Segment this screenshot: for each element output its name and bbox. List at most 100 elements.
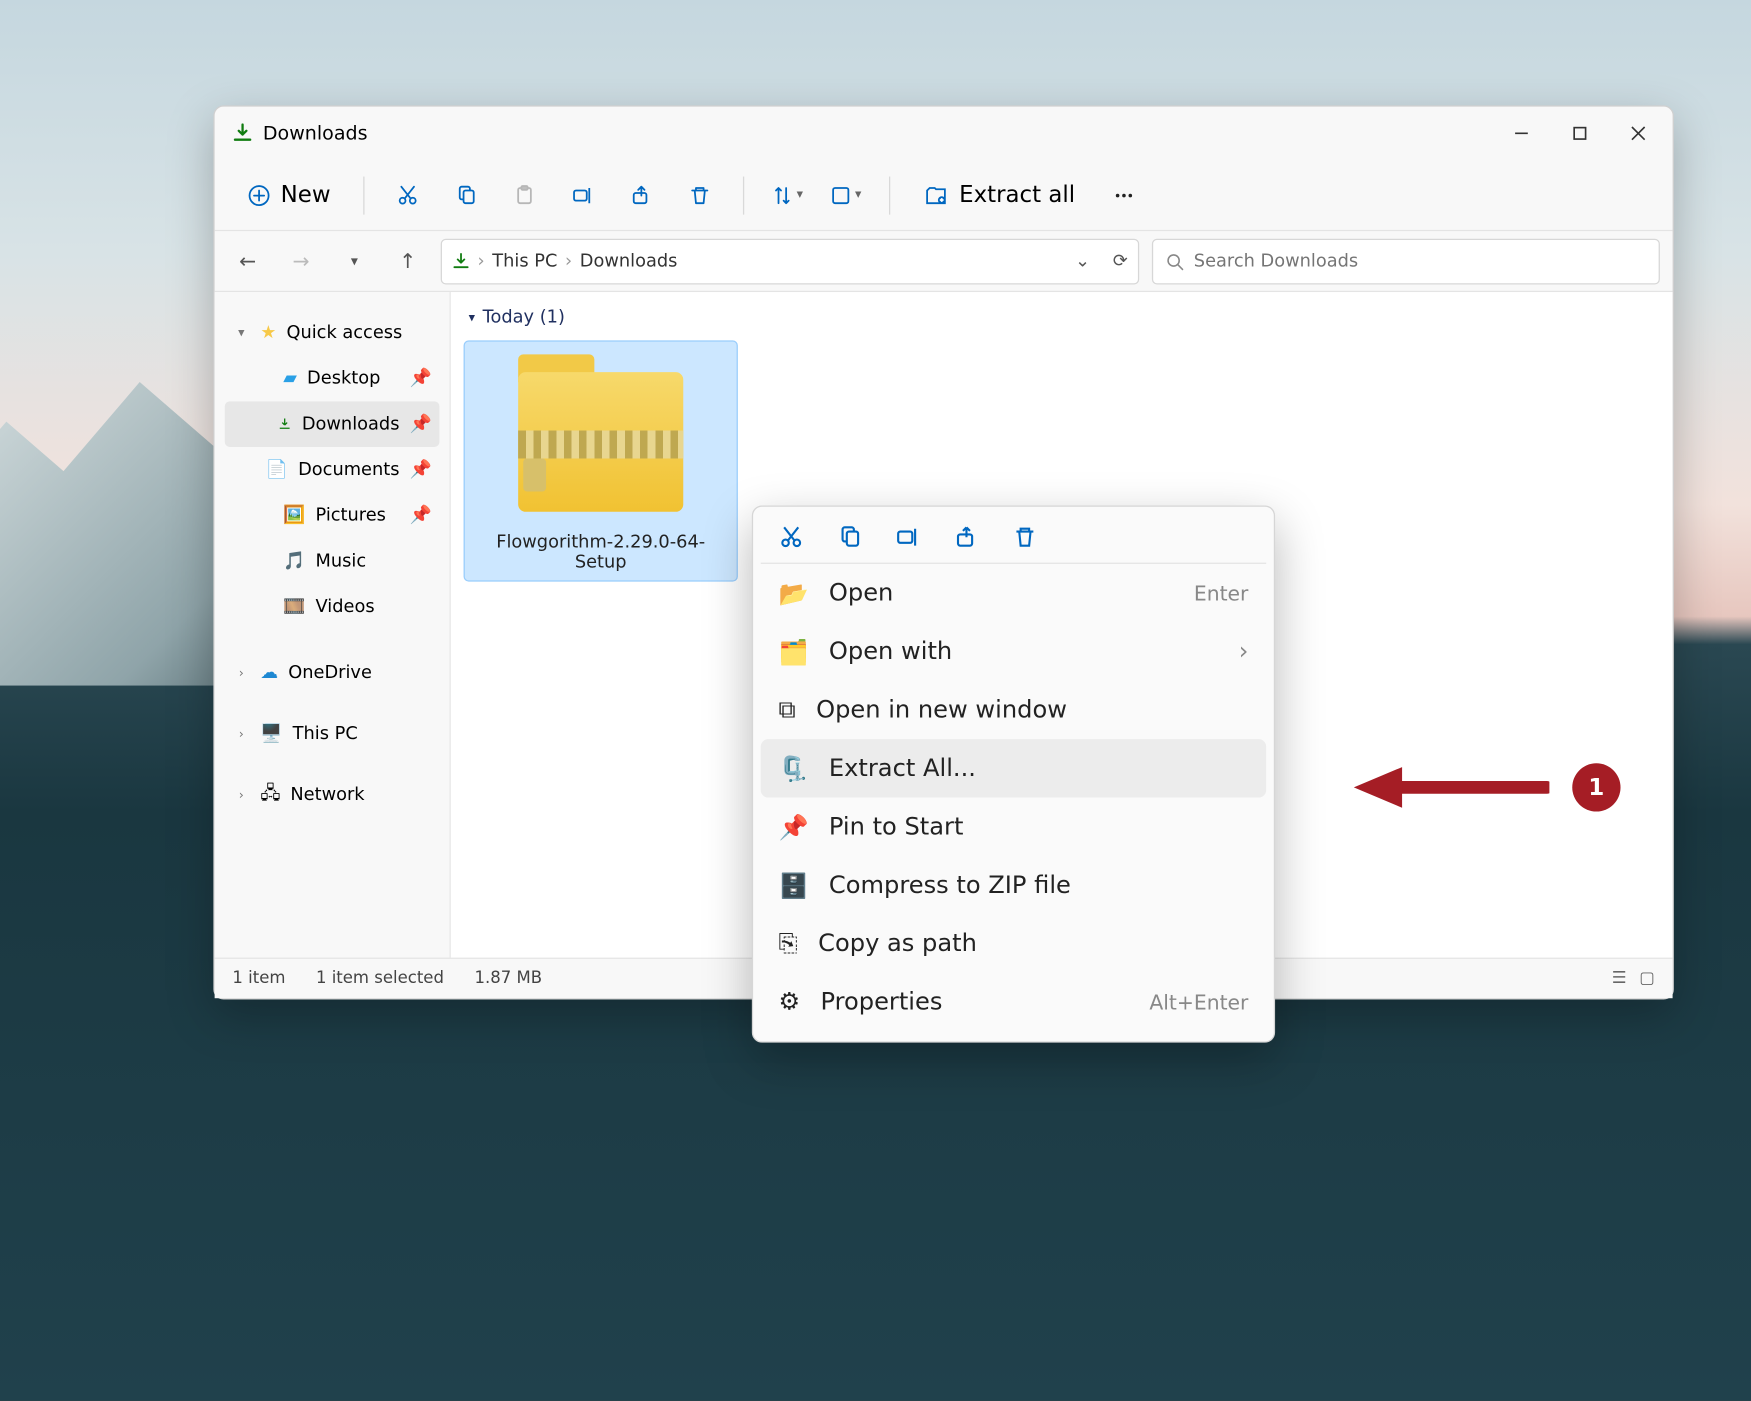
- extract-all-label: Extract all: [959, 182, 1075, 209]
- chevron-right-icon: ›: [1239, 638, 1249, 666]
- pin-icon: 📌: [779, 812, 809, 841]
- separator: [364, 176, 365, 214]
- context-label: Properties: [820, 988, 942, 1016]
- shortcut: Enter: [1194, 581, 1249, 605]
- group-header-label: Today (1): [483, 307, 565, 327]
- search-box[interactable]: [1152, 238, 1660, 284]
- pin-icon: 📌: [410, 368, 432, 388]
- extract-all-button[interactable]: Extract all: [911, 174, 1088, 216]
- sidebar-item-pictures[interactable]: 🖼️ Pictures 📌: [225, 493, 440, 539]
- file-name: Flowgorithm-2.29.0-64-Setup: [472, 532, 729, 573]
- group-header[interactable]: ▾ Today (1): [451, 292, 1673, 335]
- more-icon: [1112, 184, 1135, 207]
- context-compress-zip[interactable]: 🗄️ Compress to ZIP file: [761, 856, 1266, 914]
- context-open[interactable]: 📂 Open Enter: [761, 564, 1266, 622]
- breadcrumb-leaf[interactable]: Downloads: [580, 251, 678, 271]
- separator: [743, 176, 744, 214]
- address-dropdown[interactable]: ⌄: [1075, 251, 1090, 271]
- sidebar-label: Pictures: [316, 505, 386, 525]
- refresh-button[interactable]: ⟳: [1113, 251, 1128, 271]
- context-label: Pin to Start: [829, 813, 964, 841]
- sidebar-onedrive[interactable]: ›☁ OneDrive: [225, 650, 440, 696]
- status-count: 1 item: [232, 969, 285, 988]
- sidebar-label: Music: [316, 551, 367, 571]
- pin-icon: 📌: [410, 460, 432, 480]
- trash-icon: [689, 184, 712, 207]
- sidebar-item-videos[interactable]: 🎞️ Videos: [225, 584, 440, 630]
- new-window-icon: ⧉: [779, 696, 796, 724]
- context-open-new-window[interactable]: ⧉ Open in new window: [761, 681, 1266, 739]
- context-copy[interactable]: [837, 525, 862, 550]
- sidebar-this-pc[interactable]: ›🖥️ This PC: [225, 711, 440, 757]
- path-icon: ⎘: [779, 930, 798, 958]
- toolbar: New: [215, 160, 1673, 231]
- sidebar-network[interactable]: ›🖧 Network: [225, 772, 440, 818]
- context-copy-as-path[interactable]: ⎘ Copy as path: [761, 914, 1266, 972]
- pin-icon: 📌: [410, 414, 432, 434]
- context-label: Open with: [829, 638, 952, 666]
- view-button[interactable]: ▾: [823, 172, 869, 218]
- context-share[interactable]: [954, 525, 979, 550]
- sidebar-item-music[interactable]: 🎵 Music: [225, 538, 440, 584]
- sidebar-item-desktop[interactable]: ▰ Desktop 📌: [225, 356, 440, 402]
- context-label: Open in new window: [816, 696, 1067, 724]
- up-button[interactable]: ↑: [387, 241, 428, 282]
- zip-folder-icon: [505, 354, 695, 519]
- context-cut[interactable]: [779, 525, 804, 550]
- extract-all-icon: [924, 182, 949, 207]
- sidebar-label: This PC: [293, 724, 358, 744]
- pin-icon: 📌: [410, 505, 432, 525]
- view-icon: [831, 185, 851, 205]
- context-label: Copy as path: [818, 930, 977, 958]
- history-dropdown[interactable]: ▾: [334, 241, 375, 282]
- search-input[interactable]: [1194, 251, 1646, 271]
- delete-button[interactable]: [677, 172, 723, 218]
- sidebar-item-downloads[interactable]: Downloads 📌: [225, 401, 440, 447]
- copy-button[interactable]: [444, 172, 490, 218]
- context-extract-all[interactable]: 🗜️ Extract All...: [761, 739, 1266, 797]
- search-icon: [1166, 252, 1184, 270]
- sidebar-label: Documents: [298, 460, 399, 480]
- details-view-button[interactable]: ☰: [1612, 969, 1627, 988]
- extract-icon: 🗜️: [779, 754, 809, 783]
- back-button[interactable]: ←: [227, 241, 268, 282]
- sidebar-quick-access[interactable]: ▾ ★ Quick access: [225, 310, 440, 356]
- paste-button[interactable]: [502, 172, 548, 218]
- sidebar-item-documents[interactable]: 📄 Documents 📌: [225, 447, 440, 493]
- context-rename[interactable]: [895, 525, 920, 550]
- context-delete[interactable]: [1012, 525, 1037, 550]
- context-properties[interactable]: ⚙ Properties Alt+Enter: [761, 973, 1266, 1031]
- breadcrumb-root[interactable]: This PC: [492, 251, 557, 271]
- minimize-button[interactable]: [1492, 107, 1550, 160]
- context-open-with[interactable]: 🗂️ Open with ›: [761, 622, 1266, 680]
- more-button[interactable]: [1100, 172, 1146, 218]
- scissors-icon: [397, 184, 420, 207]
- share-button[interactable]: [619, 172, 665, 218]
- titlebar[interactable]: Downloads: [215, 107, 1673, 160]
- rename-button[interactable]: [560, 172, 606, 218]
- folder-icon: 📂: [779, 578, 809, 607]
- context-label: Open: [829, 579, 893, 607]
- context-label: Compress to ZIP file: [829, 871, 1071, 899]
- copy-icon: [455, 184, 478, 207]
- address-bar[interactable]: › This PC › Downloads ⌄ ⟳: [441, 238, 1139, 284]
- cut-button[interactable]: [385, 172, 431, 218]
- tiles-view-button[interactable]: ▢: [1639, 969, 1655, 988]
- window-title: Downloads: [263, 122, 368, 145]
- clipboard-icon: [513, 184, 536, 207]
- sidebar-label: Network: [290, 785, 364, 805]
- downloads-icon: [232, 123, 252, 143]
- forward-button[interactable]: →: [281, 241, 322, 282]
- context-pin-to-start[interactable]: 📌 Pin to Start: [761, 798, 1266, 856]
- new-button[interactable]: New: [235, 174, 343, 216]
- context-menu: 📂 Open Enter 🗂️ Open with › ⧉ Open in ne…: [752, 505, 1275, 1042]
- downloads-icon: [452, 252, 470, 270]
- maximize-button[interactable]: [1551, 107, 1609, 160]
- navigation-pane: ▾ ★ Quick access ▰ Desktop 📌 Downloads 📌: [215, 292, 451, 957]
- status-selected: 1 item selected: [316, 969, 444, 988]
- sidebar-label: Downloads: [302, 414, 400, 434]
- sort-button[interactable]: ▾: [765, 172, 811, 218]
- file-item-zip[interactable]: Flowgorithm-2.29.0-64-Setup: [464, 340, 738, 581]
- close-button[interactable]: [1609, 107, 1667, 160]
- separator: [889, 176, 890, 214]
